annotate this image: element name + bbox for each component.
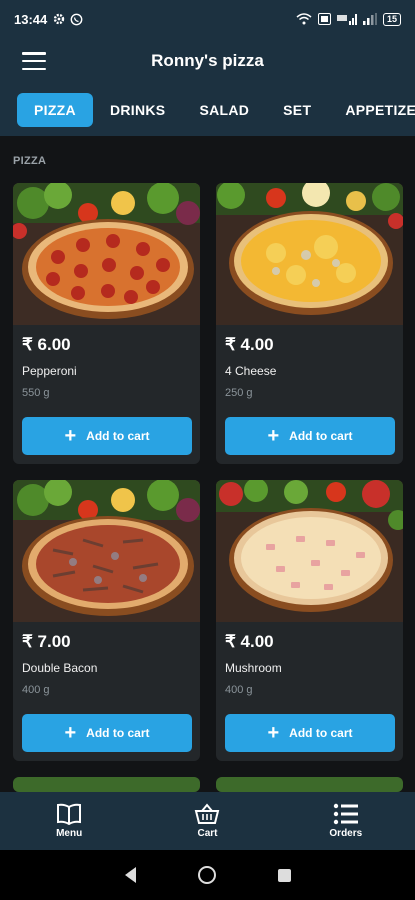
product-card[interactable]: ₹ 7.00 Double Bacon 400 g + Add to cart [13, 480, 200, 761]
bacon-pizza-image [13, 480, 200, 622]
product-name: Mushroom [225, 661, 282, 675]
system-navigation-bar [0, 850, 415, 900]
tab-appetizers[interactable]: APPETIZERS [328, 93, 415, 127]
menu-hamburger-icon[interactable] [22, 52, 46, 70]
pizza-image-partial [216, 777, 403, 792]
settings-gear-icon [54, 13, 65, 25]
nav-orders-label: Orders [329, 828, 363, 839]
add-to-cart-button[interactable]: + Add to cart [22, 714, 192, 752]
product-weight: 400 g [225, 684, 253, 696]
tab-drinks[interactable]: DRINKS [93, 93, 182, 127]
app-title: Ronny's pizza [151, 51, 264, 70]
wifi-icon [296, 13, 312, 25]
pepperoni-pizza-image [13, 183, 200, 325]
cheese-pizza-image [216, 183, 403, 325]
product-price: ₹ 7.00 [22, 632, 71, 651]
add-to-cart-button[interactable]: + Add to cart [225, 714, 395, 752]
battery-indicator: 15 [382, 12, 401, 26]
section-heading: PIZZA [13, 155, 47, 167]
home-icon[interactable] [197, 866, 216, 884]
signal-strength-2-icon [362, 13, 377, 25]
product-price: ₹ 6.00 [22, 335, 71, 354]
plus-icon: + [64, 425, 77, 447]
plus-icon: + [267, 722, 280, 744]
recents-icon[interactable] [277, 868, 291, 882]
product-card[interactable]: ₹ 4.00 Mushroom 400 g + Add to cart [216, 480, 403, 761]
bottom-navigation: Menu Cart Orders [0, 792, 415, 850]
pizza-image-partial [13, 777, 200, 792]
product-name: Double Bacon [22, 661, 98, 675]
book-icon [57, 803, 82, 825]
product-card-partial[interactable] [13, 777, 200, 792]
nav-menu[interactable]: Menu [24, 803, 114, 839]
product-name: Pepperoni [22, 364, 77, 378]
tab-pizza[interactable]: PIZZA [17, 93, 93, 127]
tab-set[interactable]: SET [266, 93, 328, 127]
add-to-cart-label: Add to cart [86, 726, 150, 740]
basket-icon [195, 803, 220, 824]
product-name: 4 Cheese [225, 364, 277, 378]
app-bar: Ronny's pizza [0, 38, 415, 84]
nav-orders[interactable]: Orders [301, 803, 391, 839]
nav-cart-label: Cart [197, 828, 218, 839]
plus-icon: + [267, 425, 280, 447]
volte-icon [317, 13, 331, 25]
product-weight: 400 g [22, 684, 50, 696]
add-to-cart-label: Add to cart [289, 726, 353, 740]
nav-cart[interactable]: Cart [162, 803, 252, 839]
product-weight: 550 g [22, 387, 50, 399]
add-to-cart-button[interactable]: + Add to cart [22, 417, 192, 455]
add-to-cart-label: Add to cart [86, 429, 150, 443]
back-icon[interactable] [124, 867, 136, 883]
category-tabs: PIZZA DRINKS SALAD SET APPETIZERS [0, 84, 415, 136]
add-to-cart-button[interactable]: + Add to cart [225, 417, 395, 455]
mushroom-pizza-image [216, 480, 403, 622]
plus-icon: + [64, 722, 77, 744]
product-price: ₹ 4.00 [225, 632, 274, 651]
status-bar: 13:44 15 [0, 0, 415, 38]
signal-strength-icon [336, 14, 357, 25]
add-to-cart-label: Add to cart [289, 429, 353, 443]
nav-menu-label: Menu [56, 828, 83, 839]
product-weight: 250 g [225, 387, 253, 399]
product-card[interactable]: ₹ 4.00 4 Cheese 250 g + Add to cart [216, 183, 403, 464]
list-icon [333, 803, 358, 825]
whatsapp-icon [70, 13, 83, 25]
product-card[interactable]: ₹ 6.00 Pepperoni 550 g + Add to cart [13, 183, 200, 464]
product-card-partial[interactable] [216, 777, 403, 792]
tab-salad[interactable]: SALAD [182, 93, 266, 127]
status-time: 13:44 [14, 11, 48, 27]
product-price: ₹ 4.00 [225, 335, 274, 354]
